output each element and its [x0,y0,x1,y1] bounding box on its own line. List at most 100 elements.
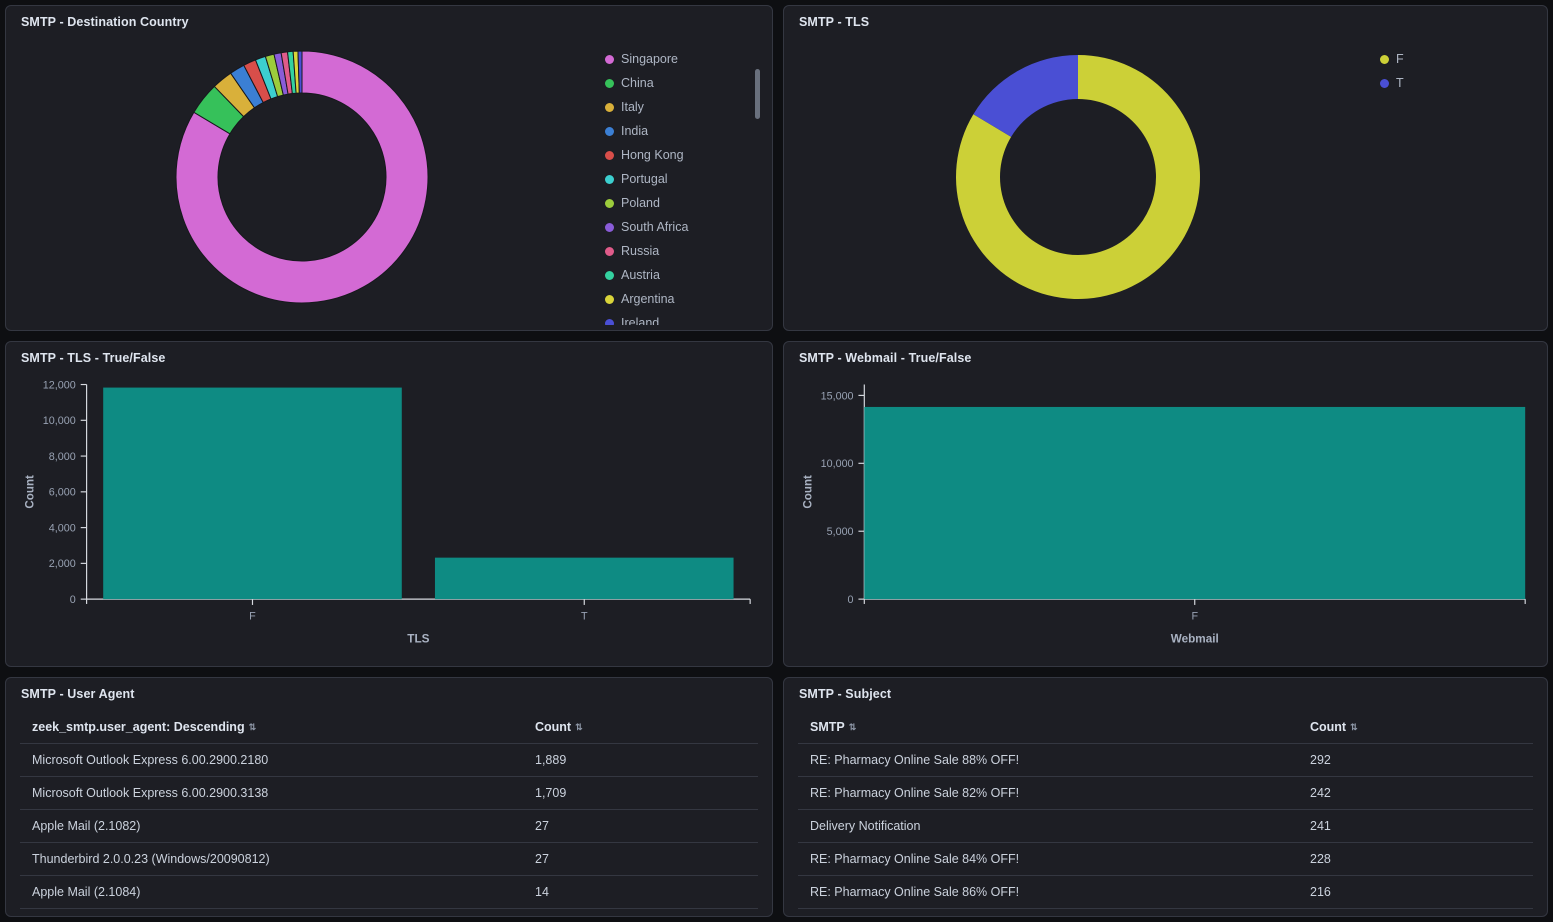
legend-item-label: Poland [621,196,660,210]
x-axis-tick-label: F [249,611,256,623]
destination-country-donut-chart[interactable] [172,47,432,307]
panel-title-tls-bar: SMTP - TLS - True/False [6,342,772,365]
cell-count: 14 [523,909,758,912]
table-row[interactable]: Apple Mail (2.1084)14 [20,876,758,909]
tls-donut-chart[interactable] [953,52,1203,302]
subject-table-body-rows: RE: Pharmacy Online Sale 88% OFF!292RE: … [798,744,1533,912]
cell-subject: Delivery Status Notification [798,909,1298,912]
legend-item-portugal[interactable]: Portugal [605,167,772,191]
y-axis-title: Count [24,475,37,509]
webmail-bar-body: 05,00010,00015,000CountFWebmail [784,365,1547,661]
legend-item-india[interactable]: India [605,119,772,143]
legend-color-dot-icon [1380,79,1389,88]
cell-count: 1,889 [523,744,758,777]
user-agent-table: zeek_smtp.user_agent: Descending⇅ Count⇅… [20,711,758,911]
webmail-bar-chart[interactable]: 05,00010,00015,000CountFWebmail [790,371,1533,661]
cell-count: 1,709 [523,777,758,810]
table-row[interactable]: Apple Mail (2.1085)14 [20,909,758,912]
legend-item-label: China [621,76,654,90]
legend-item-label: T [1396,76,1404,90]
table-row[interactable]: Microsoft Outlook Express 6.00.2900.3138… [20,777,758,810]
legend-item-south-africa[interactable]: South Africa [605,215,772,239]
y-axis-tick-label: 5,000 [827,526,854,538]
legend-item-label: Argentina [621,292,675,306]
legend-list-tls: FT [1372,47,1547,95]
cell-count: 292 [1298,744,1533,777]
table-row[interactable]: RE: Pharmacy Online Sale 86% OFF!216 [798,876,1533,909]
table-row[interactable]: RE: Pharmacy Online Sale 88% OFF!292 [798,744,1533,777]
legend-item-label: India [621,124,648,138]
column-header-count[interactable]: Count ⇅ [1298,711,1533,744]
sort-icon[interactable]: ⇅ [249,723,257,732]
legend-item-italy[interactable]: Italy [605,95,772,119]
legend-item-label: Hong Kong [621,148,684,162]
legend-item-f[interactable]: F [1380,47,1547,71]
cell-count: 14 [523,876,758,909]
cell-count: 27 [523,843,758,876]
sort-icon[interactable]: ⇅ [575,723,583,732]
user-agent-table-body-rows: Microsoft Outlook Express 6.00.2900.2180… [20,744,758,912]
panel-smtp-destination-country: SMTP - Destination Country SingaporeChin… [5,5,773,331]
cell-subject: RE: Pharmacy Online Sale 82% OFF! [798,777,1298,810]
tls-donut-body: FT [784,29,1547,325]
column-header-user-agent[interactable]: zeek_smtp.user_agent: Descending⇅ [20,711,523,744]
table-header-row: SMTP ⇅ Count ⇅ [798,711,1533,744]
legend-item-china[interactable]: China [605,71,772,95]
cell-subject: Delivery Notification [798,810,1298,843]
cell-count: 27 [523,810,758,843]
sort-icon[interactable]: ⇅ [849,723,857,732]
legend-scrollbar[interactable] [755,69,760,119]
table-row[interactable]: RE: Pharmacy Online Sale 82% OFF!242 [798,777,1533,810]
legend-color-dot-icon [605,151,614,160]
y-axis-tick-label: 8,000 [49,451,76,463]
legend-item-argentina[interactable]: Argentina [605,287,772,311]
legend-color-dot-icon [605,175,614,184]
panel-smtp-webmail-true-false: SMTP - Webmail - True/False 0 5,000 10,000… [783,341,1548,667]
tls-bar-chart[interactable]: 02,0004,0006,0008,00010,00012,000CountFT… [12,371,758,661]
y-axis-tick-label: 4,000 [49,523,76,535]
panel-title-webmail-bar: SMTP - Webmail - True/False [784,342,1547,365]
x-axis-title: TLS [407,633,429,646]
destination-country-body: Singapore China Italy India Hong Kong Portuga… [6,29,772,325]
column-header-count[interactable]: Count⇅ [523,711,758,744]
x-axis-title: Webmail [1171,633,1219,646]
legend-item-ireland[interactable]: Ireland [605,311,772,325]
legend-color-dot-icon [605,79,614,88]
legend-item-poland[interactable]: Poland [605,191,772,215]
bar-F[interactable] [864,407,1525,599]
bar-F[interactable] [103,388,402,600]
y-axis-tick-label: 10,000 [821,458,854,470]
y-axis-tick-label: 0 [848,594,854,606]
panel-title-subject: SMTP - Subject [784,678,1547,701]
table-row[interactable]: Delivery Notification241 [798,810,1533,843]
legend-item-austria[interactable]: Austria [605,263,772,287]
table-row[interactable]: Thunderbird 2.0.0.23 (Windows/20090812)2… [20,843,758,876]
cell-user-agent: Apple Mail (2.1084) [20,876,523,909]
table-row[interactable]: Apple Mail (2.1082)27 [20,810,758,843]
table-row[interactable]: Microsoft Outlook Express 6.00.2900.2180… [20,744,758,777]
column-header-count-label: Count [1310,720,1346,734]
table-row[interactable]: Delivery Status Notification201 [798,909,1533,912]
sort-icon[interactable]: ⇅ [1350,723,1358,732]
table-header-row: zeek_smtp.user_agent: Descending⇅ Count⇅ [20,711,758,744]
x-axis-tick-label: T [581,611,588,623]
cell-subject: RE: Pharmacy Online Sale 88% OFF! [798,744,1298,777]
table-row[interactable]: RE: Pharmacy Online Sale 84% OFF!228 [798,843,1533,876]
y-axis-tick-label: 6,000 [49,487,76,499]
legend-color-dot-icon [605,319,614,326]
legend-item-russia[interactable]: Russia [605,239,772,263]
panel-smtp-user-agent: SMTP - User Agent zeek_smtp.user_agent: … [5,677,773,917]
legend-item-t[interactable]: T [1380,71,1547,95]
cell-user-agent: Microsoft Outlook Express 6.00.2900.2180 [20,744,523,777]
user-agent-table-body: zeek_smtp.user_agent: Descending⇅ Count⇅… [6,701,772,911]
legend-item-hong-kong[interactable]: Hong Kong [605,143,772,167]
legend-color-dot-icon [605,295,614,304]
legend-list-countries: Singapore China Italy India Hong Kong Portuga… [597,47,772,325]
legend-item-label: Italy [621,100,644,114]
tls-bar-body: 02,0004,0006,0008,00010,00012,000CountFT… [6,365,772,661]
legend-item-singapore[interactable]: Singapore [605,47,772,71]
column-header-smtp[interactable]: SMTP ⇅ [798,711,1298,744]
y-axis-tick-label: 0 [70,594,76,606]
bar-T[interactable] [435,558,734,599]
column-header-smtp-label: SMTP [810,720,845,734]
